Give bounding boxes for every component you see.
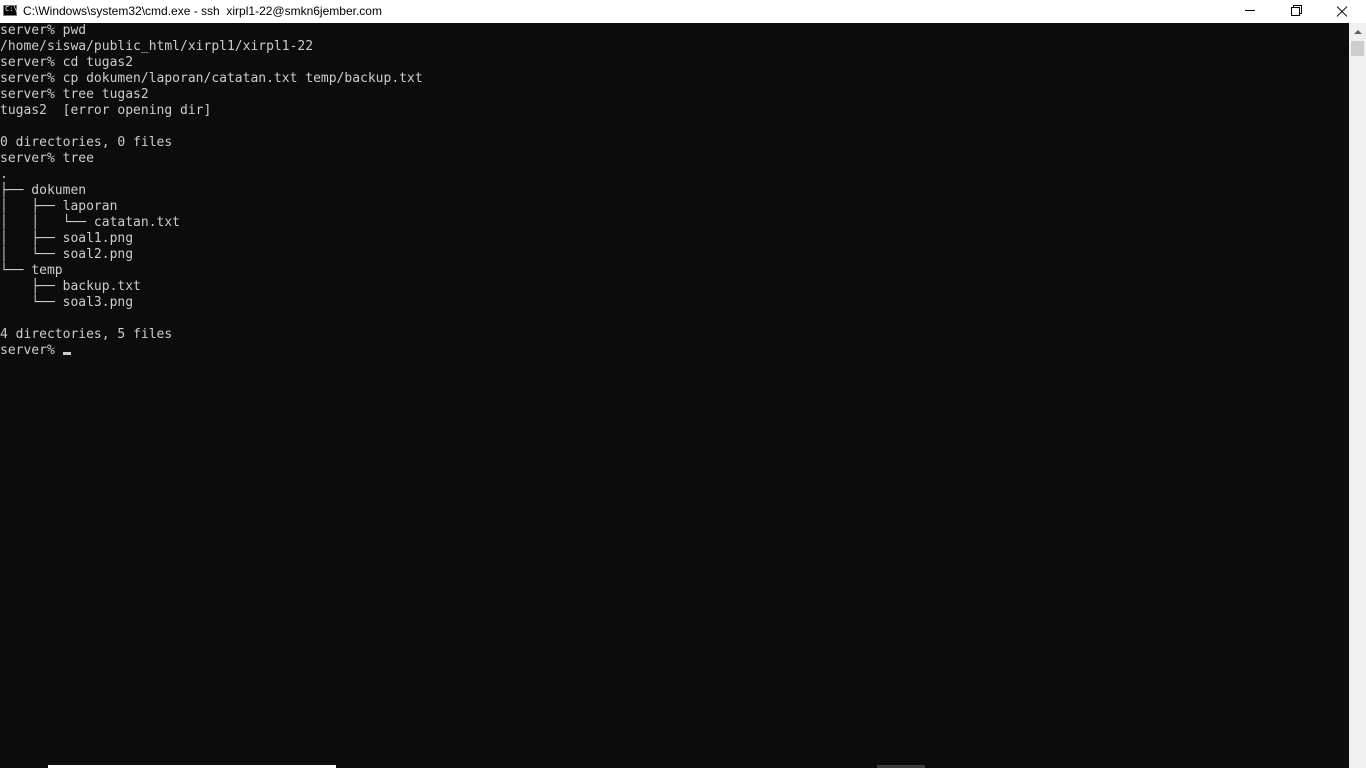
console-line: └── soal3.png: [0, 295, 134, 310]
console-line: 0 directories, 0 files: [0, 135, 173, 150]
console-line: .: [0, 167, 8, 182]
text-cursor: [62, 352, 71, 355]
console-line: server% pwd: [0, 23, 87, 38]
console-line: │ │ └── catatan.txt: [0, 215, 181, 230]
title-bar[interactable]: C:\ C:\Windows\system32\cmd.exe - ssh xi…: [0, 0, 1366, 23]
scroll-thumb[interactable]: [1351, 41, 1364, 56]
minimize-button[interactable]: [1227, 0, 1273, 23]
restore-icon-front: [1291, 7, 1300, 16]
console-line: ├── dokumen: [0, 183, 87, 198]
scroll-up-icon[interactable]: [1349, 23, 1366, 40]
console-line: server% cd tugas2: [0, 55, 134, 70]
terminal-window: C:\ C:\Windows\system32\cmd.exe - ssh xi…: [0, 0, 1366, 768]
close-button[interactable]: [1319, 0, 1365, 23]
console-line: /home/siswa/public_html/xirpl1/xirpl1-22: [0, 39, 314, 54]
restore-button[interactable]: [1273, 0, 1319, 23]
console-text: server% pwd /home/siswa/public_html/xirp…: [0, 23, 1349, 359]
console-line: tugas2 [error opening dir]: [0, 103, 212, 118]
console-line: server% tree: [0, 151, 94, 166]
console-prompt: server%: [0, 343, 63, 358]
console-line: │ ├── soal1.png: [0, 231, 134, 246]
console-line: └── temp: [0, 263, 63, 278]
console-line: 4 directories, 5 files: [0, 327, 173, 342]
console-line: ├── backup.txt: [0, 279, 141, 294]
window-title: C:\Windows\system32\cmd.exe - ssh xirpl1…: [23, 4, 382, 18]
console-line: │ ├── laporan: [0, 199, 118, 214]
vertical-scrollbar[interactable]: [1349, 23, 1366, 768]
cmd-icon[interactable]: C:\: [3, 5, 18, 16]
cmd-icon-label: C:\: [5, 5, 18, 13]
console-line: server% tree tugas2: [0, 87, 149, 102]
console-line: │ └── soal2.png: [0, 247, 134, 262]
console-output[interactable]: server% pwd /home/siswa/public_html/xirp…: [0, 23, 1349, 768]
console-line: server% cp dokumen/laporan/catatan.txt t…: [0, 71, 423, 86]
